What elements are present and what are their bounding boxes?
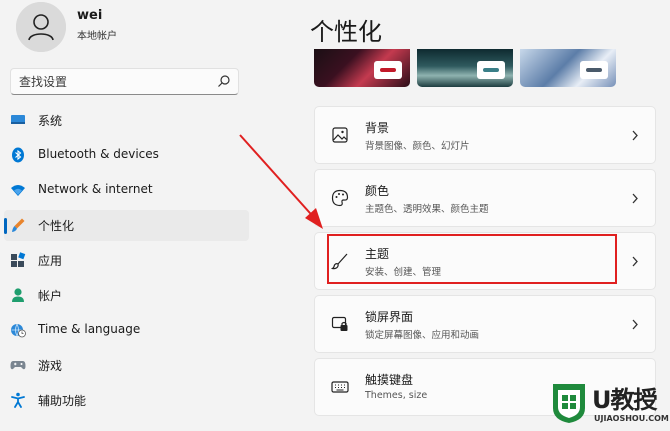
highlight-box: [327, 234, 617, 284]
card-background[interactable]: 背景 背景图像、颜色、幻灯片: [314, 106, 656, 164]
card-lock-screen[interactable]: 锁屏界面 锁定屏幕图像、应用和动画: [314, 295, 656, 353]
theme-accent-swatch: [477, 61, 505, 79]
gamepad-icon: [10, 361, 26, 370]
sidebar-item-label: 系统: [38, 114, 63, 128]
lock-screen-icon: [331, 316, 348, 331]
search-input[interactable]: [19, 73, 209, 91]
card-colors[interactable]: 颜色 主题色、透明效果、颜色主题: [314, 169, 656, 227]
sidebar-item-system[interactable]: 系统: [4, 105, 249, 136]
sidebar-item-label: Bluetooth & devices: [38, 147, 159, 161]
watermark-subtitle: UJIAOSHOU.COM: [594, 414, 669, 423]
image-icon: [332, 127, 348, 143]
brush-icon: [12, 218, 25, 232]
person-avatar-icon: [16, 2, 66, 52]
card-description: 主题色、透明效果、颜色主题: [365, 204, 489, 215]
theme-thumbnail[interactable]: [520, 49, 616, 87]
wifi-icon: [11, 185, 25, 196]
card-description: 锁定屏幕图像、应用和动画: [365, 330, 480, 341]
sidebar-item-apps[interactable]: 应用: [4, 245, 249, 276]
sidebar-item-network[interactable]: Network & internet: [4, 175, 249, 206]
sidebar: wei 本地帐户 系统 Bluetooth & devices Network …: [0, 0, 260, 431]
chevron-right-icon: [632, 193, 638, 204]
watermark-logo-icon: [553, 384, 585, 423]
sidebar-item-label: 个性化: [38, 219, 75, 233]
accessibility-icon: [11, 392, 25, 408]
card-description: Themes, size: [365, 390, 428, 401]
sidebar-item-gaming[interactable]: 游戏: [4, 350, 249, 381]
account-type: 本地帐户: [77, 31, 117, 42]
watermark-title: U教授: [592, 386, 657, 414]
globe-clock-icon: [11, 323, 26, 338]
search-icon[interactable]: [217, 74, 231, 88]
palette-icon: [331, 189, 349, 207]
chevron-right-icon: [632, 256, 638, 267]
card-title: 触摸键盘: [365, 373, 414, 387]
sidebar-item-accounts[interactable]: 帐户: [4, 280, 249, 311]
card-title: 背景: [365, 121, 390, 135]
theme-accent-swatch: [374, 61, 402, 79]
sidebar-item-label: 应用: [38, 254, 63, 268]
sidebar-item-label: 游戏: [38, 359, 63, 373]
card-description: 背景图像、颜色、幻灯片: [365, 141, 470, 152]
page-title: 个性化: [310, 18, 382, 46]
card-title: 颜色: [365, 184, 390, 198]
sidebar-item-label: Time & language: [38, 322, 141, 336]
sidebar-item-accessibility[interactable]: 辅助功能: [4, 385, 249, 416]
monitor-icon: [11, 115, 25, 124]
sidebar-item-label: 辅助功能: [38, 394, 87, 408]
sidebar-item-bluetooth[interactable]: Bluetooth & devices: [4, 140, 249, 171]
theme-thumbnail[interactable]: [314, 49, 410, 87]
apps-icon: [11, 252, 26, 267]
selection-indicator: [4, 218, 7, 234]
sidebar-item-label: 帐户: [38, 289, 63, 303]
bluetooth-icon: [12, 147, 24, 163]
watermark: U教授 UJIAOSHOU.COM: [540, 378, 670, 431]
sidebar-item-personalization[interactable]: 个性化: [4, 210, 249, 241]
chevron-right-icon: [632, 130, 638, 141]
theme-thumbnail[interactable]: [417, 49, 513, 87]
keyboard-icon: [331, 381, 349, 393]
search-box[interactable]: [10, 68, 239, 95]
sidebar-item-time-language[interactable]: Time & language: [4, 315, 249, 346]
avatar[interactable]: [16, 2, 66, 52]
chevron-right-icon: [632, 319, 638, 330]
person-icon: [12, 288, 24, 302]
user-name: wei: [77, 8, 103, 23]
sidebar-item-label: Network & internet: [38, 182, 153, 196]
theme-accent-swatch: [580, 61, 608, 79]
card-title: 锁屏界面: [365, 310, 414, 324]
